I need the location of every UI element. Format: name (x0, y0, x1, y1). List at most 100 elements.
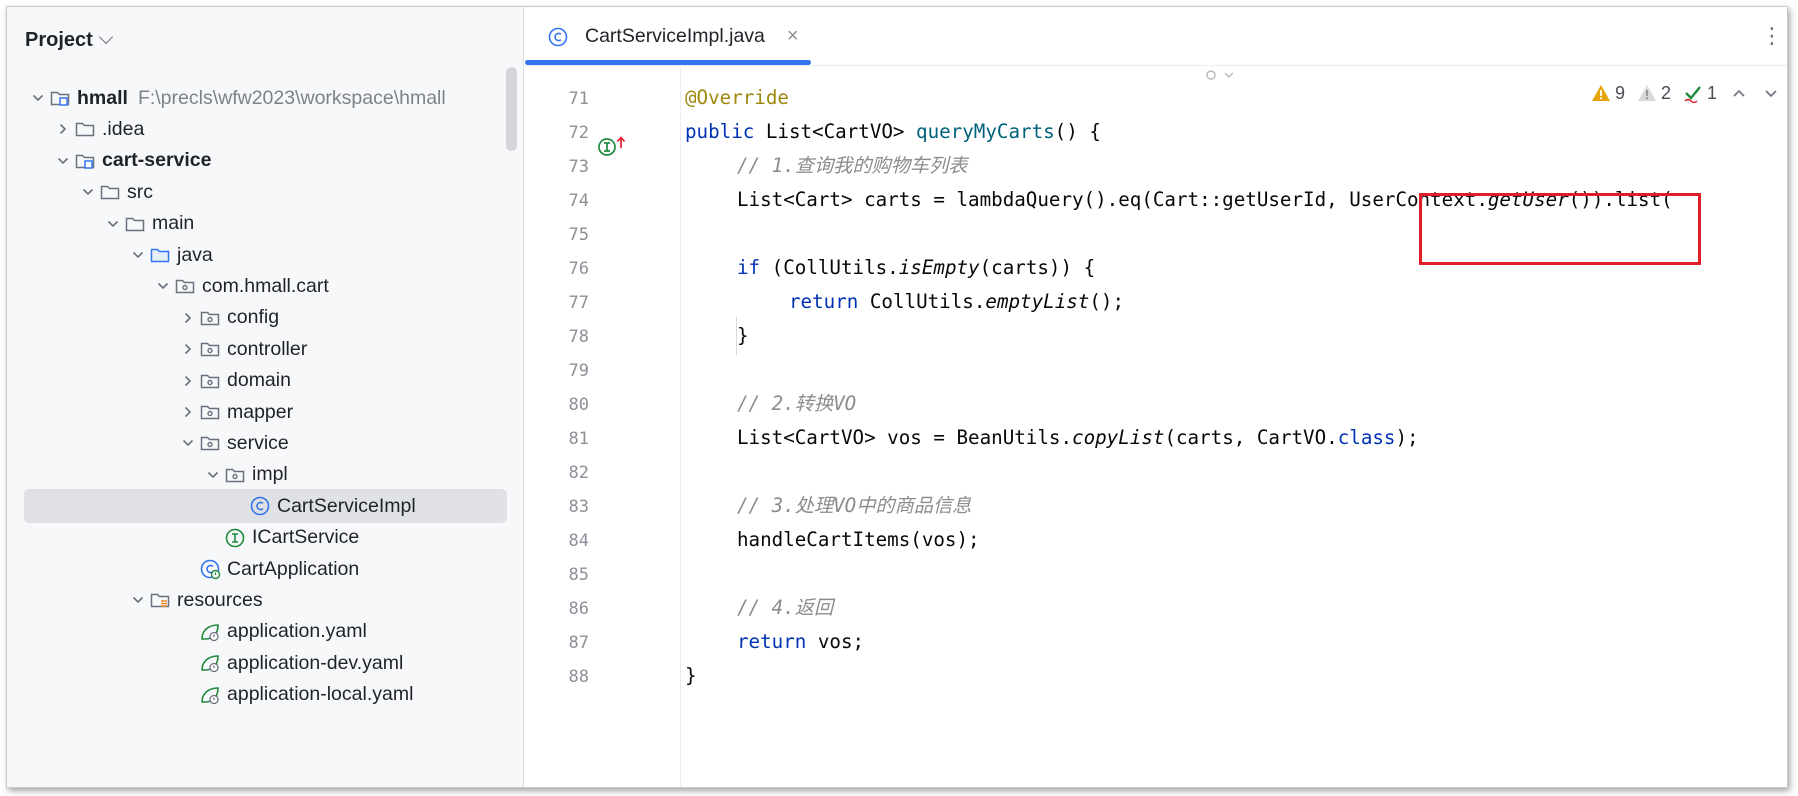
editor-tabbar: CartServiceImpl.java × ⋮ (525, 7, 1787, 66)
line-number: 84 (568, 531, 589, 551)
code-line-88: } (685, 664, 697, 687)
tree-item-idea[interactable]: .idea (7, 112, 144, 146)
tree-item-cart-service[interactable]: cart-service (7, 144, 212, 178)
tree-item-application-local-yaml[interactable]: application-local.yaml (7, 678, 413, 712)
chevron-down-icon[interactable] (202, 464, 224, 486)
active-tab-indicator (525, 60, 811, 65)
chevron-down-icon[interactable] (177, 432, 199, 454)
line-number: 75 (568, 225, 589, 245)
tree-item-label: mapper (227, 400, 294, 423)
tree-item-cartserviceimpl[interactable]: CartServiceImpl (7, 489, 507, 524)
module-icon (49, 87, 71, 109)
tree-item-controller[interactable]: controller (7, 332, 307, 366)
tree-item-label: .idea (102, 117, 145, 140)
tree-item-resources[interactable]: resources (7, 583, 263, 617)
chevron-right-icon[interactable] (177, 401, 199, 423)
tree-item-icartservice[interactable]: ICartService (7, 521, 359, 555)
tree-item-application-dev-yaml[interactable]: application-dev.yaml (7, 646, 403, 680)
line-number: 81 (568, 429, 589, 449)
tree-item-service[interactable]: service (7, 426, 289, 460)
implements-method-icon[interactable] (597, 134, 629, 158)
tree-item-src[interactable]: src (7, 175, 153, 209)
line-number: 82 (568, 463, 589, 483)
module-icon (74, 150, 96, 172)
project-view-selector[interactable]: Project (25, 25, 113, 55)
folder-icon (74, 118, 96, 140)
tree-item-config[interactable]: config (7, 301, 279, 335)
chevron-down-icon[interactable] (152, 275, 174, 297)
tree-item-application-yaml[interactable]: application.yaml (7, 615, 367, 649)
line-number: 80 (568, 395, 589, 415)
project-title: Project (25, 28, 93, 51)
indent-guide (736, 317, 737, 355)
line-number: 88 (568, 667, 589, 687)
package-icon (199, 338, 221, 360)
tree-item-hmall[interactable]: hmall F:\precls\wfw2023\workspace\hmall (7, 81, 446, 115)
chevron-down-icon[interactable] (127, 244, 149, 266)
spring-yaml-icon (199, 652, 221, 674)
line-number: 86 (568, 599, 589, 619)
package-icon (199, 401, 221, 423)
more-options-icon[interactable]: ⋮ (1761, 25, 1783, 47)
tree-item-label: application-dev.yaml (227, 651, 404, 674)
line-number: 83 (568, 497, 589, 517)
code-line-81: List<CartVO> vos = BeanUtils.copyList(ca… (737, 426, 1419, 449)
tree-item-com-hmall-cart[interactable]: com.hmall.cart (7, 269, 329, 303)
chevron-down-icon[interactable] (102, 213, 124, 235)
tree-item-main[interactable]: main (7, 207, 194, 241)
line-number: 77 (568, 293, 589, 313)
chevron-right-icon[interactable] (177, 370, 199, 392)
line-number: 71 (568, 89, 589, 109)
tree-item-label: com.hmall.cart (202, 274, 329, 297)
class-icon (249, 495, 271, 517)
line-number: 72 (568, 123, 589, 143)
tree-item-domain[interactable]: domain (7, 364, 291, 398)
line-number: 76 (568, 259, 589, 279)
code-line-77: return CollUtils.emptyList(); (789, 290, 1125, 313)
line-number: 78 (568, 327, 589, 347)
tab-label: CartServiceImpl.java (585, 25, 765, 47)
spring-class-icon (199, 558, 221, 580)
code-line-73: // 1.查询我的购物车列表 (737, 154, 968, 177)
code-line-74: List<Cart> carts = lambdaQuery().eq(Cart… (737, 188, 1673, 211)
line-number: 79 (568, 361, 589, 381)
tree-item-label: ICartService (252, 526, 360, 549)
gutter-separator (680, 67, 681, 787)
chevron-down-icon[interactable] (52, 150, 74, 172)
code-line-83: // 3.处理VO中的商品信息 (737, 494, 972, 517)
tree-item-label: impl (252, 463, 288, 486)
tree-item-label: controller (227, 337, 308, 360)
chevron-down-icon[interactable] (77, 181, 99, 203)
folder-icon (124, 213, 146, 235)
tree-item-label: application.yaml (227, 620, 367, 643)
chevron-right-icon[interactable] (177, 338, 199, 360)
close-icon[interactable]: × (787, 25, 799, 48)
tree-item-java[interactable]: java (7, 238, 213, 272)
line-number: 85 (568, 565, 589, 585)
package-icon (199, 432, 221, 454)
tree-item-cartapplication[interactable]: CartApplication (7, 552, 359, 586)
tree-item-label: src (127, 180, 153, 203)
chevron-right-icon[interactable] (52, 118, 74, 140)
package-icon (199, 307, 221, 329)
tree-item-impl[interactable]: impl (7, 458, 288, 492)
chevron-down-icon[interactable] (127, 589, 149, 611)
package-icon (174, 275, 196, 297)
tab-cartserviceimpl[interactable]: CartServiceImpl.java × (525, 7, 817, 66)
code-line-86: // 4.返回 (737, 596, 834, 619)
chevron-down-icon[interactable] (27, 87, 49, 109)
project-scrollbar[interactable] (506, 67, 517, 151)
source-folder-icon (149, 244, 171, 266)
tree-item-label: application-local.yaml (227, 683, 414, 706)
tree-item-mapper[interactable]: mapper (7, 395, 293, 429)
tree-item-label: domain (227, 369, 291, 392)
package-icon (224, 464, 246, 486)
code-editor[interactable]: @Override public List<CartVO> queryMyCar… (685, 67, 1787, 787)
chevron-right-icon[interactable] (177, 307, 199, 329)
code-line-72: public List<CartVO> queryMyCarts() { (685, 120, 1101, 143)
tree-item-label: resources (177, 588, 263, 611)
